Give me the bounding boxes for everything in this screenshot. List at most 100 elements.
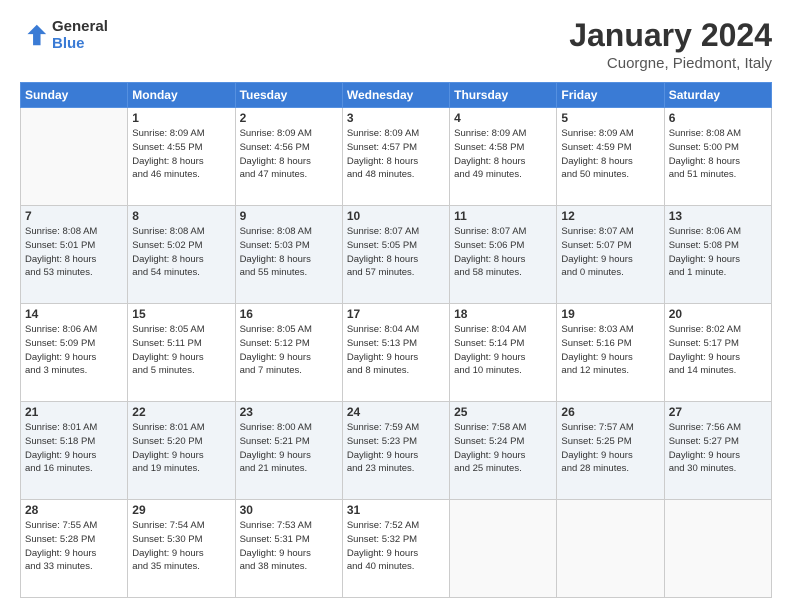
calendar-cell: 29Sunrise: 7:54 AM Sunset: 5:30 PM Dayli… <box>128 500 235 598</box>
calendar-cell <box>450 500 557 598</box>
day-info: Sunrise: 7:57 AM Sunset: 5:25 PM Dayligh… <box>561 421 659 476</box>
logo-line1: General <box>52 18 108 35</box>
calendar-cell <box>664 500 771 598</box>
day-info: Sunrise: 7:54 AM Sunset: 5:30 PM Dayligh… <box>132 519 230 574</box>
calendar-cell: 12Sunrise: 8:07 AM Sunset: 5:07 PM Dayli… <box>557 206 664 304</box>
day-number: 6 <box>669 111 767 125</box>
calendar-cell: 11Sunrise: 8:07 AM Sunset: 5:06 PM Dayli… <box>450 206 557 304</box>
calendar-cell: 3 Sunrise: 8:09 AM Sunset: 4:57 PM Daylig… <box>342 108 449 206</box>
day-info: Sunrise: 8:03 AM Sunset: 5:16 PM Dayligh… <box>561 323 659 378</box>
day-info: Sunrise: 8:09 AM Sunset: 4:58 PM Dayligh… <box>454 127 552 182</box>
calendar-cell: 17Sunrise: 8:04 AM Sunset: 5:13 PM Dayli… <box>342 304 449 402</box>
day-info: Sunrise: 7:58 AM Sunset: 5:24 PM Dayligh… <box>454 421 552 476</box>
calendar-cell: 9Sunrise: 8:08 AM Sunset: 5:03 PM Daylig… <box>235 206 342 304</box>
day-number: 30 <box>240 503 338 517</box>
weekday-header-row: SundayMondayTuesdayWednesdayThursdayFrid… <box>21 83 772 108</box>
day-number: 28 <box>25 503 123 517</box>
day-info: Sunrise: 8:04 AM Sunset: 5:14 PM Dayligh… <box>454 323 552 378</box>
calendar-cell: 16 Sunrise: 8:05 AM Sunset: 5:12 PM Dayli… <box>235 304 342 402</box>
calendar-cell: 5 Sunrise: 8:09 AM Sunset: 4:59 PM Daylig… <box>557 108 664 206</box>
day-info: Sunrise: 8:07 AM Sunset: 5:06 PM Dayligh… <box>454 225 552 280</box>
calendar-week-row: 21 Sunrise: 8:01 AM Sunset: 5:18 PM Dayli… <box>21 402 772 500</box>
day-info: Sunrise: 7:52 AM Sunset: 5:32 PM Dayligh… <box>347 519 445 574</box>
logo: General Blue <box>20 18 108 52</box>
day-info: Sunrise: 8:05 AM Sunset: 5:12 PM Dayligh… <box>240 323 338 378</box>
day-info: Sunrise: 8:01 AM Sunset: 5:18 PM Dayligh… <box>25 421 123 476</box>
day-number: 5 <box>561 111 659 125</box>
day-info: Sunrise: 8:06 AM Sunset: 5:09 PM Dayligh… <box>25 323 123 378</box>
day-number: 1 <box>132 111 230 125</box>
day-info: Sunrise: 8:07 AM Sunset: 5:05 PM Dayligh… <box>347 225 445 280</box>
calendar-cell: 18 Sunrise: 8:04 AM Sunset: 5:14 PM Dayli… <box>450 304 557 402</box>
calendar-cell: 23 Sunrise: 8:00 AM Sunset: 5:21 PM Dayli… <box>235 402 342 500</box>
day-number: 31 <box>347 503 445 517</box>
day-info: Sunrise: 8:00 AM Sunset: 5:21 PM Dayligh… <box>240 421 338 476</box>
day-number: 3 <box>347 111 445 125</box>
day-number: 12 <box>561 209 659 223</box>
logo-line2: Blue <box>52 35 108 52</box>
calendar-week-row: 14Sunrise: 8:06 AM Sunset: 5:09 PM Dayli… <box>21 304 772 402</box>
day-number: 27 <box>669 405 767 419</box>
weekday-header-tuesday: Tuesday <box>235 83 342 108</box>
calendar-cell: 31 Sunrise: 7:52 AM Sunset: 5:32 PM Dayli… <box>342 500 449 598</box>
calendar-table: SundayMondayTuesdayWednesdayThursdayFrid… <box>20 82 772 598</box>
title-block: January 2024 Cuorgne, Piedmont, Italy <box>569 18 772 72</box>
day-number: 20 <box>669 307 767 321</box>
logo-icon <box>20 21 48 49</box>
calendar-cell: 22 Sunrise: 8:01 AM Sunset: 5:20 PM Dayli… <box>128 402 235 500</box>
day-number: 17 <box>347 307 445 321</box>
day-info: Sunrise: 8:09 AM Sunset: 4:59 PM Dayligh… <box>561 127 659 182</box>
day-info: Sunrise: 8:01 AM Sunset: 5:20 PM Dayligh… <box>132 421 230 476</box>
weekday-header-monday: Monday <box>128 83 235 108</box>
day-info: Sunrise: 8:09 AM Sunset: 4:56 PM Dayligh… <box>240 127 338 182</box>
day-number: 26 <box>561 405 659 419</box>
day-number: 18 <box>454 307 552 321</box>
day-info: Sunrise: 7:55 AM Sunset: 5:28 PM Dayligh… <box>25 519 123 574</box>
calendar-cell: 24 Sunrise: 7:59 AM Sunset: 5:23 PM Dayli… <box>342 402 449 500</box>
header: General Blue January 2024 Cuorgne, Piedm… <box>20 18 772 72</box>
weekday-header-friday: Friday <box>557 83 664 108</box>
day-number: 16 <box>240 307 338 321</box>
weekday-header-wednesday: Wednesday <box>342 83 449 108</box>
day-number: 9 <box>240 209 338 223</box>
day-number: 4 <box>454 111 552 125</box>
day-info: Sunrise: 8:08 AM Sunset: 5:00 PM Dayligh… <box>669 127 767 182</box>
day-number: 10 <box>347 209 445 223</box>
subtitle: Cuorgne, Piedmont, Italy <box>569 55 772 72</box>
main-title: January 2024 <box>569 18 772 53</box>
calendar-cell: 10 Sunrise: 8:07 AM Sunset: 5:05 PM Dayli… <box>342 206 449 304</box>
day-number: 21 <box>25 405 123 419</box>
calendar-cell: 19 Sunrise: 8:03 AM Sunset: 5:16 PM Dayli… <box>557 304 664 402</box>
calendar-cell: 13 Sunrise: 8:06 AM Sunset: 5:08 PM Dayli… <box>664 206 771 304</box>
calendar-cell <box>557 500 664 598</box>
day-info: Sunrise: 7:53 AM Sunset: 5:31 PM Dayligh… <box>240 519 338 574</box>
day-number: 19 <box>561 307 659 321</box>
calendar-cell <box>21 108 128 206</box>
day-info: Sunrise: 8:09 AM Sunset: 4:55 PM Dayligh… <box>132 127 230 182</box>
page: General Blue January 2024 Cuorgne, Piedm… <box>0 0 792 612</box>
calendar-cell: 6 Sunrise: 8:08 AM Sunset: 5:00 PM Daylig… <box>664 108 771 206</box>
day-info: Sunrise: 8:06 AM Sunset: 5:08 PM Dayligh… <box>669 225 767 280</box>
calendar-cell: 28 Sunrise: 7:55 AM Sunset: 5:28 PM Dayli… <box>21 500 128 598</box>
calendar-cell: 27 Sunrise: 7:56 AM Sunset: 5:27 PM Dayli… <box>664 402 771 500</box>
day-info: Sunrise: 7:59 AM Sunset: 5:23 PM Dayligh… <box>347 421 445 476</box>
calendar-cell: 30 Sunrise: 7:53 AM Sunset: 5:31 PM Dayli… <box>235 500 342 598</box>
calendar-cell: 20 Sunrise: 8:02 AM Sunset: 5:17 PM Dayli… <box>664 304 771 402</box>
calendar-cell: 2Sunrise: 8:09 AM Sunset: 4:56 PM Daylig… <box>235 108 342 206</box>
day-number: 13 <box>669 209 767 223</box>
calendar-cell: 15Sunrise: 8:05 AM Sunset: 5:11 PM Dayli… <box>128 304 235 402</box>
day-number: 23 <box>240 405 338 419</box>
day-number: 7 <box>25 209 123 223</box>
day-info: Sunrise: 8:05 AM Sunset: 5:11 PM Dayligh… <box>132 323 230 378</box>
logo-text: General Blue <box>52 18 108 52</box>
day-number: 22 <box>132 405 230 419</box>
day-number: 24 <box>347 405 445 419</box>
weekday-header-saturday: Saturday <box>664 83 771 108</box>
day-info: Sunrise: 8:09 AM Sunset: 4:57 PM Dayligh… <box>347 127 445 182</box>
calendar-cell: 21 Sunrise: 8:01 AM Sunset: 5:18 PM Dayli… <box>21 402 128 500</box>
day-info: Sunrise: 7:56 AM Sunset: 5:27 PM Dayligh… <box>669 421 767 476</box>
day-info: Sunrise: 8:02 AM Sunset: 5:17 PM Dayligh… <box>669 323 767 378</box>
calendar-cell: 26 Sunrise: 7:57 AM Sunset: 5:25 PM Dayli… <box>557 402 664 500</box>
weekday-header-thursday: Thursday <box>450 83 557 108</box>
calendar-week-row: 7Sunrise: 8:08 AM Sunset: 5:01 PM Daylig… <box>21 206 772 304</box>
